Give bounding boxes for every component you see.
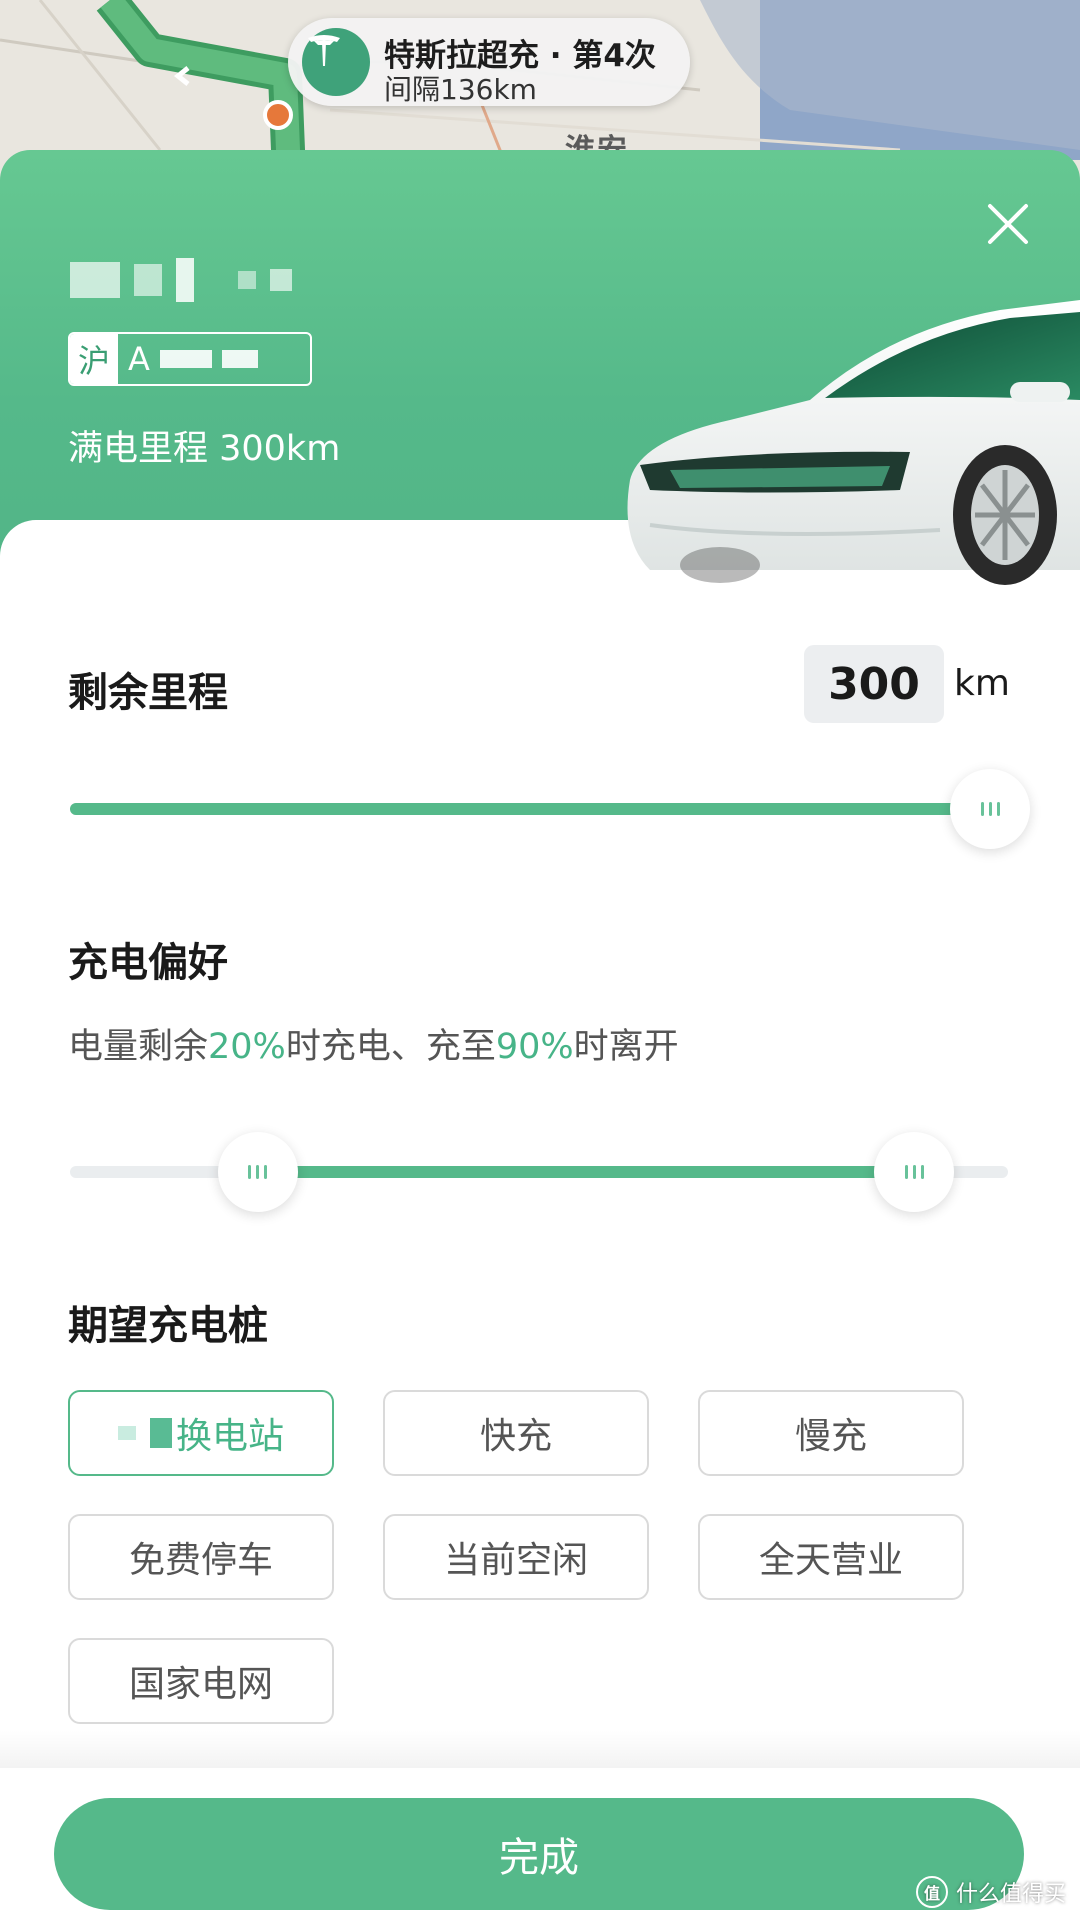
footer-bar: 完成 值 什么值得买 xyxy=(0,1768,1080,1918)
charger-option-label: 慢充 xyxy=(794,1416,867,1457)
remaining-range-slider-track[interactable] xyxy=(70,803,1010,815)
charging-range-slider-fill xyxy=(257,1166,915,1178)
close-icon xyxy=(988,204,1028,244)
pref-desc-prefix: 电量剩余 xyxy=(68,1027,209,1067)
grip-icon xyxy=(988,802,992,816)
charger-option-slow[interactable]: 慢充 xyxy=(698,1390,964,1476)
grip-icon xyxy=(996,802,1000,816)
pref-desc-suffix: 时离开 xyxy=(573,1027,679,1067)
full-range-label: 满电里程 300km xyxy=(68,429,341,469)
tesla-logo-icon xyxy=(302,28,370,96)
charging-range-low-thumb[interactable] xyxy=(217,1132,298,1212)
remaining-range-slider-thumb[interactable] xyxy=(950,769,1030,849)
route-charger-interval: 间隔136km xyxy=(384,73,537,106)
charging-preference-description: 电量剩余20%时充电、充至90%时离开 xyxy=(68,1018,679,1069)
grip-icon xyxy=(920,1165,924,1179)
charger-option-label: 当前空闲 xyxy=(443,1540,588,1581)
watermark-logo-icon: 值 xyxy=(915,1876,948,1908)
remaining-range-unit: km xyxy=(954,663,1010,704)
pref-high-percent: 90% xyxy=(495,1027,574,1067)
charger-option-swap-station[interactable]: 换电站 xyxy=(68,1390,334,1476)
pref-low-percent: 20% xyxy=(208,1027,286,1067)
watermark-text: 什么值得买 xyxy=(955,1882,1066,1907)
footer-divider xyxy=(0,1730,1080,1770)
car-illustration xyxy=(627,300,1080,585)
done-button[interactable]: 完成 xyxy=(54,1798,1024,1910)
charger-option-24h[interactable]: 全天营业 xyxy=(698,1514,964,1600)
charger-option-label: 免费停车 xyxy=(128,1540,273,1581)
charging-preference-title: 充电偏好 xyxy=(68,940,228,986)
watermark: 值 什么值得买 xyxy=(915,1876,1066,1908)
charger-option-label: 国家电网 xyxy=(128,1664,273,1705)
grip-icon xyxy=(980,802,984,816)
remaining-range-title: 剩余里程 xyxy=(68,670,228,716)
route-charger-bubble[interactable]: 特斯拉超充 · 第4次 间隔136km xyxy=(288,18,690,106)
close-button[interactable] xyxy=(976,192,1040,256)
charger-option-currently-idle[interactable]: 当前空闲 xyxy=(383,1514,649,1600)
grip-icon xyxy=(256,1165,260,1179)
charging-range-high-thumb[interactable] xyxy=(874,1132,955,1212)
charger-option-free-parking[interactable]: 免费停车 xyxy=(68,1514,334,1600)
redaction-mark xyxy=(117,1426,136,1440)
grip-icon xyxy=(904,1165,908,1179)
remaining-range-input[interactable]: 300 xyxy=(804,645,944,723)
charger-option-state-grid[interactable]: 国家电网 xyxy=(68,1638,334,1724)
charger-option-fast[interactable]: 快充 xyxy=(383,1390,649,1476)
expected-charger-title: 期望充电桩 xyxy=(68,1303,268,1349)
charger-option-label: 快充 xyxy=(479,1416,552,1457)
grip-icon xyxy=(264,1165,268,1179)
grip-icon xyxy=(248,1165,252,1179)
waypoint-marker xyxy=(263,100,293,130)
charging-range-slider-track[interactable] xyxy=(70,1166,1008,1178)
remaining-range-slider-fill xyxy=(70,803,1010,815)
charger-option-label: 换电站 xyxy=(175,1416,284,1457)
plate-redaction xyxy=(159,350,212,368)
redaction-mark xyxy=(149,1418,172,1448)
plate-number: A xyxy=(118,340,268,378)
license-plate: 沪 A xyxy=(68,332,312,386)
charger-option-label: 全天营业 xyxy=(758,1540,903,1581)
plate-redaction xyxy=(221,350,258,368)
grip-icon xyxy=(912,1165,916,1179)
pref-desc-mid: 时充电、充至 xyxy=(285,1027,496,1067)
vehicle-name-redacted xyxy=(70,250,310,310)
plate-province: 沪 xyxy=(70,334,119,384)
plate-prefix: A xyxy=(128,340,150,378)
